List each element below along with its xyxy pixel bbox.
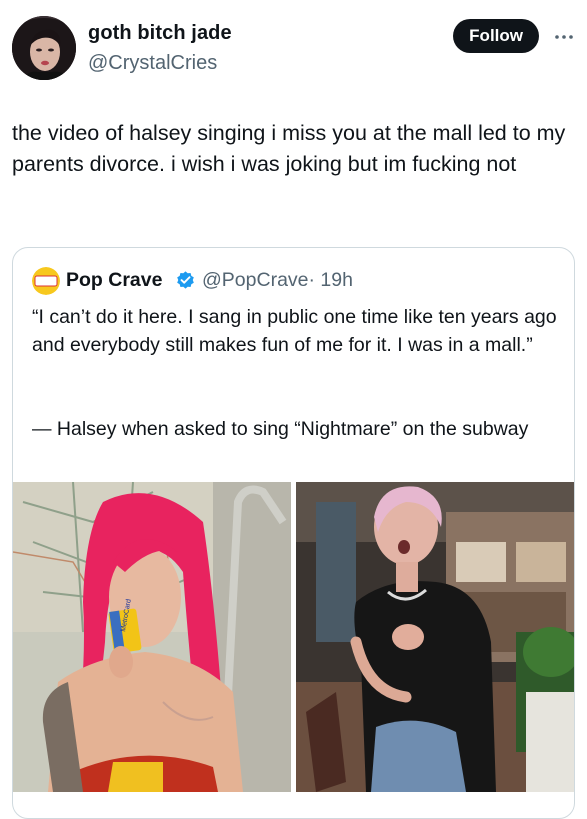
- quote-timestamp[interactable]: · 19h: [309, 269, 353, 291]
- quoted-tweet[interactable]: Pop Crave @PopCrave· 19h “I can’t do it …: [12, 247, 575, 819]
- quote-text: “I can’t do it here. I sang in public on…: [32, 306, 557, 356]
- quote-author-name[interactable]: Pop Crave: [66, 269, 162, 292]
- author-avatar[interactable]: [12, 16, 76, 80]
- more-icon[interactable]: [553, 26, 575, 48]
- quote-header: Pop Crave @PopCrave· 19h: [32, 267, 552, 295]
- pop-crave-logo: [32, 267, 60, 295]
- tweet-text: the video of halsey singing i miss you a…: [12, 121, 566, 176]
- photo-subway-image: MetroCard: [13, 482, 291, 792]
- verified-icon: [177, 271, 194, 289]
- author-handle[interactable]: @CrystalCries: [88, 52, 217, 75]
- quote-author-handle[interactable]: @PopCrave: [202, 269, 309, 291]
- photo-mall[interactable]: [296, 482, 574, 792]
- tweet-header: goth bitch jade @CrystalCries Follow: [12, 16, 575, 82]
- photo-subway[interactable]: MetroCard: [13, 482, 291, 792]
- quote-attribution: — Halsey when asked to sing “Nightmare” …: [32, 418, 529, 440]
- photo-mall-image: [296, 482, 574, 792]
- author-name[interactable]: goth bitch jade: [88, 22, 232, 45]
- quote-handle-time[interactable]: @PopCrave· 19h: [202, 269, 353, 292]
- follow-button[interactable]: Follow: [453, 19, 539, 53]
- pop-crave-avatar[interactable]: [32, 267, 60, 295]
- author-avatar-image: [12, 16, 76, 80]
